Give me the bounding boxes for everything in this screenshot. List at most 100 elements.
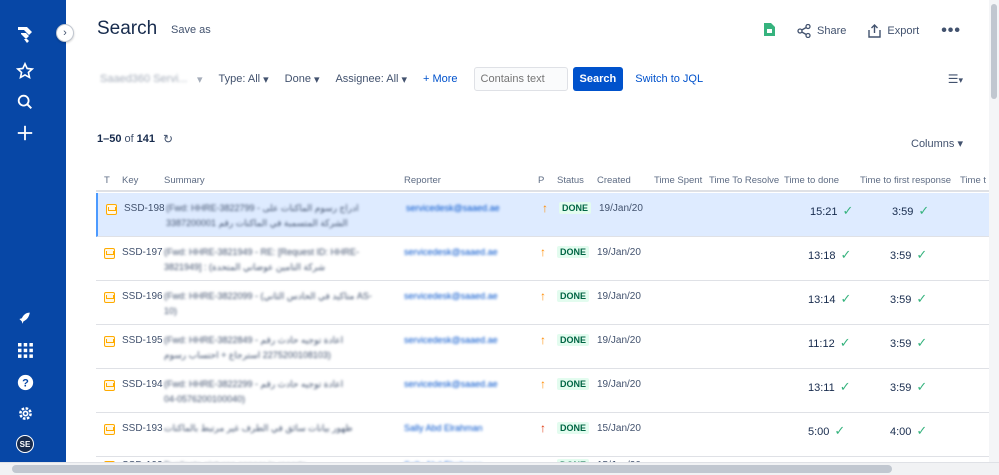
project-filter[interactable]: Saaed360 Servi... ▾	[100, 73, 203, 86]
status-filter[interactable]: Done ▾	[285, 73, 320, 86]
check-icon: ✓	[916, 291, 928, 306]
share-button[interactable]: Share	[797, 24, 846, 38]
issue-key[interactable]: SSD-194	[122, 379, 163, 390]
search-icon[interactable]	[15, 92, 35, 112]
col-time-t[interactable]: Time t	[960, 175, 986, 186]
issue-reporter[interactable]: Sally Abd Elrahman	[404, 423, 483, 433]
col-reporter[interactable]: Reporter	[404, 175, 441, 186]
service-request-icon	[104, 424, 115, 435]
issue-reporter[interactable]: servicedesk@saaed.ae	[404, 379, 498, 389]
issue-reporter[interactable]: servicedesk@saaed.ae	[404, 291, 498, 301]
jira-logo-icon[interactable]	[15, 24, 35, 44]
issue-summary[interactable]: (Fwd: HHRE-3822299 - اعادة توجيه حادث رق…	[164, 377, 374, 407]
issue-key[interactable]: SSD-193	[122, 423, 163, 434]
col-time-to-done[interactable]: Time to done	[784, 175, 839, 186]
col-time-spent[interactable]: Time Spent	[654, 175, 702, 186]
svg-text:?: ?	[22, 377, 29, 389]
sidebar-expand-button[interactable]: ›	[56, 24, 74, 42]
issue-summary[interactable]: (Fwd: HHRE-3822849 - اعادة توجيه حادث رق…	[164, 333, 374, 363]
export-button[interactable]: Export	[868, 24, 919, 38]
time-to-first-response-value: 3:59	[890, 250, 912, 262]
type-filter[interactable]: Type: All ▾	[219, 73, 269, 86]
issue-created: 15/Jan/20	[597, 423, 641, 434]
save-as-link[interactable]: Save as	[171, 24, 211, 36]
time-to-first-response-value: 3:59	[892, 206, 914, 218]
apps-grid-icon[interactable]	[15, 340, 35, 360]
assignee-filter[interactable]: Assignee: All ▾	[335, 73, 407, 86]
list-view-toggle[interactable]: ☰▾	[948, 72, 963, 86]
check-icon: ✓	[842, 203, 854, 218]
table-row[interactable]: SSD-198 (Fwd: HHRE-3822799 - ادراج رسوم ا…	[96, 193, 999, 237]
help-icon[interactable]: ?	[15, 372, 35, 392]
columns-button[interactable]: Columns ▾	[911, 137, 963, 150]
table-row[interactable]: SSD-194 (Fwd: HHRE-3822299 - اعادة توجيه …	[96, 369, 999, 413]
check-icon: ✓	[916, 423, 928, 438]
service-request-icon	[104, 292, 115, 303]
plus-icon[interactable]	[15, 123, 35, 143]
issue-summary[interactable]: ظهور بيانات سائق في الطرف غير مرتبط بالم…	[164, 421, 374, 436]
results-of: of	[124, 133, 134, 145]
service-request-icon	[104, 380, 115, 391]
vertical-scrollbar[interactable]	[989, 0, 999, 462]
table-row[interactable]: SSD-195 (Fwd: HHRE-3822849 - اعادة توجيه …	[96, 325, 999, 369]
issue-created: 19/Jan/20	[599, 203, 643, 214]
table-row[interactable]: SSD-197 (Fwd: HHRE-3821949 - RE: [Request…	[96, 237, 999, 281]
table-row[interactable]: SSD-196 (Fwd: HHRE-3822099 - (متاكيد في ا…	[96, 281, 999, 325]
issue-summary[interactable]: (Fwd: HHRE-3821949 - RE: [Request ID: HH…	[164, 245, 374, 275]
service-request-icon	[106, 204, 117, 215]
issue-key[interactable]: SSD-195	[122, 335, 163, 346]
more-filters-button[interactable]: + More	[423, 73, 458, 85]
time-to-done-value: 15:21	[810, 206, 838, 218]
page-title: Search	[97, 18, 158, 39]
time-to-first-response: 3:59 ✓	[892, 203, 929, 219]
issue-key[interactable]: SSD-197	[122, 247, 163, 258]
col-status[interactable]: Status	[557, 175, 584, 186]
export-icon	[868, 24, 882, 38]
col-key[interactable]: Key	[122, 175, 138, 186]
vertical-scroll-thumb[interactable]	[991, 4, 997, 99]
results-range: 1–50	[97, 133, 122, 145]
time-to-first-response: 3:59 ✓	[890, 379, 927, 395]
time-to-done: 15:21 ✓	[810, 203, 853, 219]
columns-label: Columns	[911, 138, 955, 150]
refresh-icon[interactable]: ↻	[163, 132, 173, 146]
rocket-icon[interactable]	[15, 309, 35, 329]
col-priority[interactable]: P	[538, 175, 544, 186]
horizontal-scrollbar[interactable]	[0, 462, 999, 475]
time-to-first-response: 3:59 ✓	[890, 335, 927, 351]
search-button[interactable]: Search	[572, 67, 624, 91]
issue-reporter[interactable]: servicedesk@saaed.ae	[404, 247, 498, 257]
top-actions: Share Export •••	[764, 22, 961, 40]
col-created[interactable]: Created	[597, 175, 631, 186]
chevron-down-icon: ▾	[263, 73, 269, 86]
list-view-icon: ☰	[947, 72, 959, 86]
time-to-done: 13:14 ✓	[808, 291, 851, 307]
issue-summary[interactable]: (Fwd: HHRE-3822099 - (متاكيد في الحادس ا…	[164, 289, 374, 319]
col-time-to-first-response[interactable]: Time to first response	[860, 175, 951, 186]
issue-key[interactable]: SSD-196	[122, 291, 163, 302]
horizontal-scroll-thumb[interactable]	[12, 465, 892, 473]
time-to-first-response: 4:00 ✓	[890, 423, 927, 439]
avatar[interactable]: SE	[16, 435, 34, 453]
col-summary[interactable]: Summary	[164, 175, 205, 186]
status-filter-label: Done	[284, 73, 311, 85]
issue-reporter[interactable]: servicedesk@saaed.ae	[404, 335, 498, 345]
time-to-done: 13:11 ✓	[808, 379, 851, 395]
status-badge: DONE	[559, 202, 592, 214]
more-actions-icon[interactable]: •••	[941, 22, 961, 40]
time-to-done: 13:18 ✓	[808, 247, 851, 263]
contains-text-input[interactable]	[473, 67, 568, 91]
gear-icon[interactable]	[15, 403, 35, 423]
results-total: 141	[136, 133, 156, 145]
issue-summary[interactable]: (Fwd: HHRE-3822799 - ادراج رسوم الماكنات…	[166, 201, 376, 231]
chevron-down-icon: ▾	[958, 75, 963, 85]
priority-arrow-up-icon: ↑	[542, 201, 548, 215]
issue-reporter[interactable]: servicedesk@saaed.ae	[406, 203, 500, 213]
star-icon[interactable]	[15, 61, 35, 81]
issue-key[interactable]: SSD-198	[124, 203, 165, 214]
col-time-to-resolve[interactable]: Time To Resolve	[709, 175, 779, 186]
spreadsheet-icon[interactable]	[764, 23, 776, 39]
switch-to-jql-link[interactable]: Switch to JQL	[635, 73, 703, 85]
col-type[interactable]: T	[104, 175, 110, 186]
time-to-done: 5:00 ✓	[808, 423, 845, 439]
